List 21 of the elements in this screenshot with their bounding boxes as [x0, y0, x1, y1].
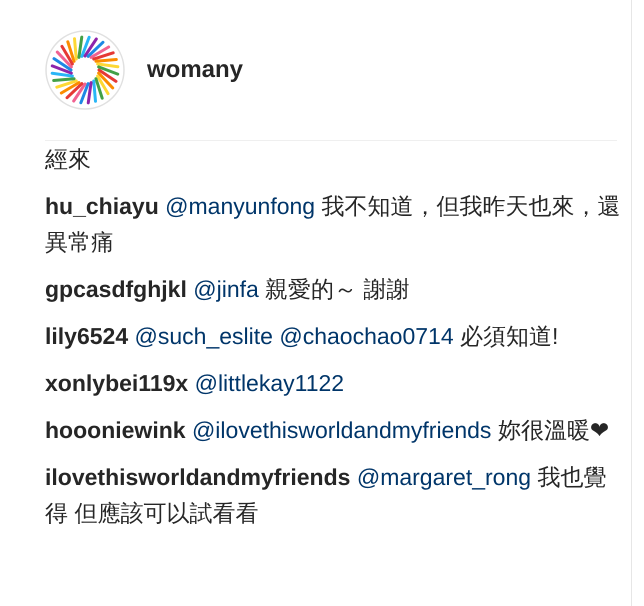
username-link[interactable]: gpcasdfghjkl — [45, 276, 187, 302]
mention-link[interactable]: @such_eslite — [134, 323, 273, 349]
username-link[interactable]: hu_chiayu — [45, 193, 159, 219]
mention-link[interactable]: @jinfa — [193, 276, 259, 302]
mention-link[interactable]: @ilovethisworldandmyfriends — [192, 417, 492, 443]
mention-link[interactable]: @littlekay1122 — [194, 370, 344, 396]
mention-link[interactable]: @manyunfong — [165, 193, 316, 219]
comment-text: gpcasdfghjkl @jinfa 親愛的～ 謝謝 — [45, 275, 411, 304]
username-link[interactable]: ilovethisworldandmyfriends — [45, 464, 350, 490]
username-link[interactable]: lily6524 — [45, 323, 128, 349]
comment-text: hu_chiayu @manyunfong 我不知道，但我昨天也來，還異常痛 — [45, 192, 621, 257]
account-name[interactable]: womany — [147, 56, 244, 84]
mention-link[interactable]: @margaret_rong — [356, 464, 532, 490]
username-link[interactable]: hoooniewink — [45, 417, 186, 443]
comment-text: lily6524 @such_eslite @chaochao0714 必須知道! — [45, 322, 560, 351]
username-link[interactable]: xonlybei119x — [45, 370, 188, 396]
comment-text: hoooniewink @ilovethisworldandmyfriends 妳很溫暖❤ — [45, 416, 610, 445]
mention-link[interactable]: @chaochao0714 — [279, 323, 454, 349]
comment-text: ilovethisworldandmyfriends @margaret_rong 我也覺得 但應該可以試看看 — [45, 463, 608, 528]
comment-text: 經來 — [45, 145, 92, 174]
logo-icon — [45, 30, 125, 110]
